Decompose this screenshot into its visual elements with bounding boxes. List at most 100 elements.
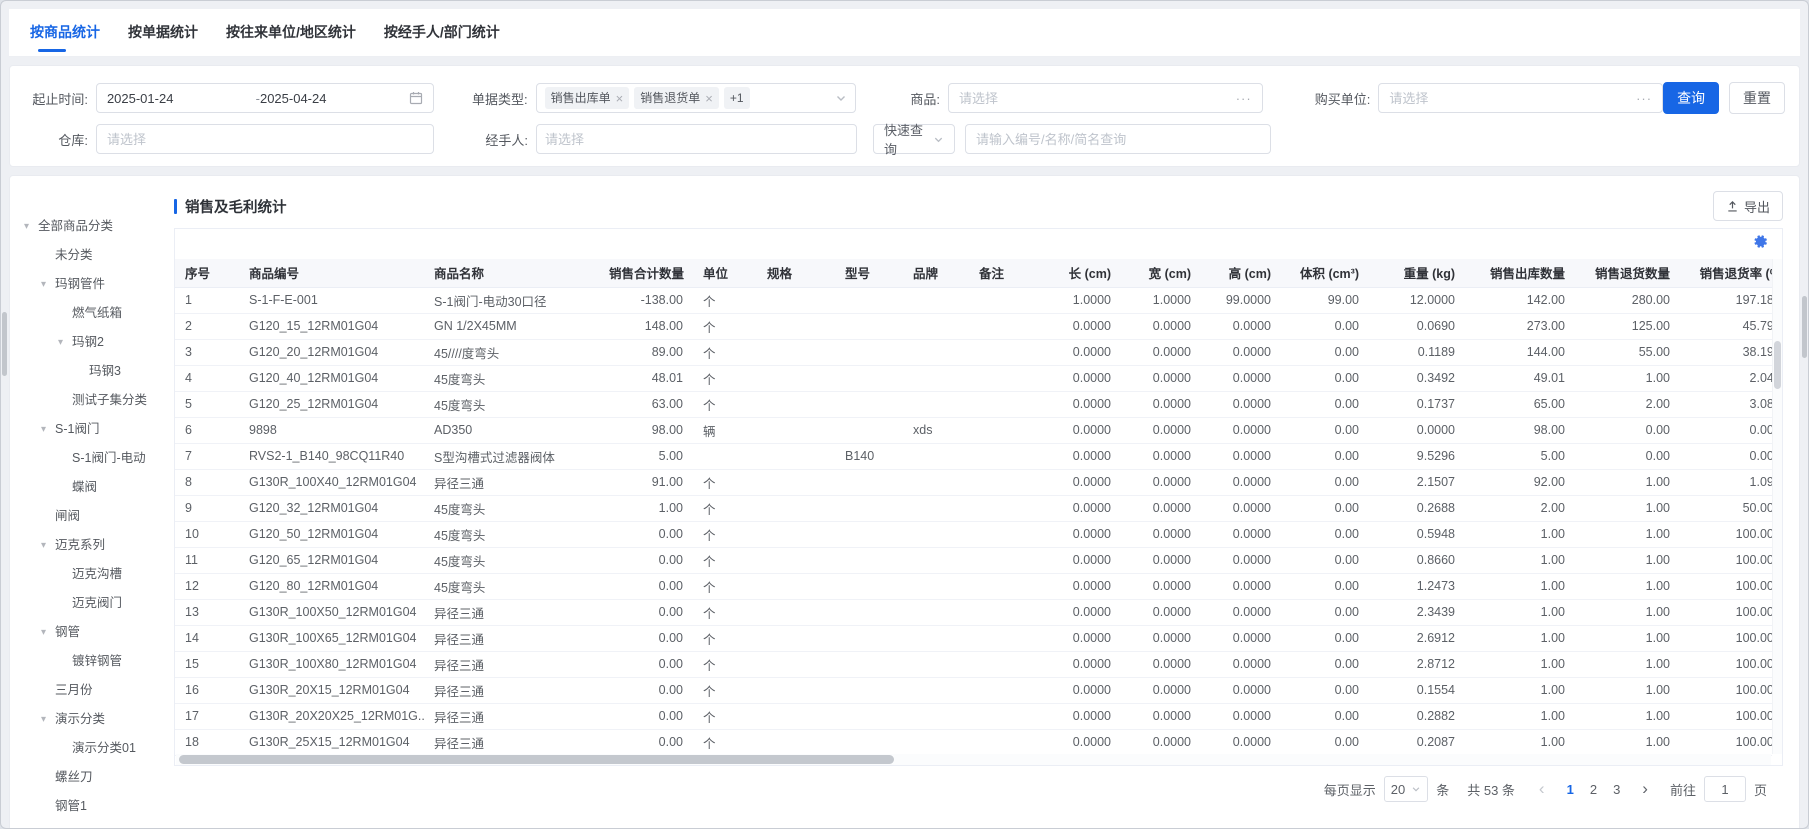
tree-item[interactable]: 燃气纸箱: [24, 299, 162, 328]
ellipsis-icon[interactable]: ···: [1636, 91, 1652, 106]
tree-item[interactable]: 蝶阀: [24, 473, 162, 502]
chevron-down-icon[interactable]: [835, 92, 847, 104]
next-page-icon[interactable]: ›: [1636, 779, 1654, 799]
date-end-input[interactable]: [259, 90, 409, 106]
column-settings-gear-icon[interactable]: [1753, 234, 1768, 254]
date-range-input[interactable]: -: [95, 83, 434, 113]
table-cell: 异径三通: [424, 651, 599, 678]
table-row[interactable]: 4 G120_40_12RM01G04 45度弯头 48.01 个 0.0000 0.000…: [175, 365, 1772, 392]
tree-item[interactable]: 测试子集分类: [24, 386, 162, 415]
handler-select[interactable]: [536, 124, 857, 154]
table-row[interactable]: 17 G130R_20X20X25_12RM01G... 异径三通 0.00 个 0.00…: [175, 703, 1772, 730]
buyer-select[interactable]: ···: [1378, 83, 1664, 113]
doc-type-overflow-tag[interactable]: +1: [723, 87, 750, 109]
table-row[interactable]: 9 G120_32_12RM01G04 45度弯头 1.00 个 0.0000 0.0000…: [175, 495, 1772, 522]
table-vertical-scrollbar[interactable]: [1772, 259, 1782, 754]
query-button[interactable]: 查询: [1663, 82, 1720, 114]
table-cell: 0.0000: [1121, 599, 1201, 626]
tree-item[interactable]: 玛钢3: [24, 357, 162, 386]
tree-item[interactable]: 螺丝刀: [24, 763, 162, 792]
tree-item[interactable]: 三月份: [24, 676, 162, 705]
table-row[interactable]: 3 G120_20_12RM01G04 45////度弯头 89.00 个 0.0000 0…: [175, 339, 1772, 366]
table-cell: 1.00: [1575, 729, 1680, 756]
left-edge-scroll-thumb[interactable]: [2, 312, 7, 376]
warehouse-input[interactable]: [107, 131, 423, 147]
export-button[interactable]: 导出: [1712, 191, 1783, 221]
right-edge-scroll-thumb[interactable]: [1802, 296, 1807, 358]
tree-item[interactable]: 闸阀: [24, 502, 162, 531]
table-cell: 0.0000: [1041, 703, 1121, 730]
tree-item[interactable]: ▾ 全部商品分类: [24, 212, 162, 241]
table-row[interactable]: 12 G120_80_12RM01G04 45度弯头 0.00 个 0.0000 0.000…: [175, 573, 1772, 600]
tree-item[interactable]: 未分类: [24, 241, 162, 270]
tree-item[interactable]: ▾ S-1阀门: [24, 415, 162, 444]
tag-label: 销售出库单: [550, 91, 611, 105]
table-row[interactable]: 13 G130R_100X50_12RM01G04 异径三通 0.00 个 0.0000 0…: [175, 599, 1772, 626]
table-row[interactable]: 14 G130R_100X65_12RM01G04 异径三通 0.00 个 0.0000 0…: [175, 625, 1772, 652]
doc-type-tag[interactable]: 销售退货单 ×: [634, 87, 719, 109]
table-cell: [903, 365, 969, 392]
tab-4[interactable]: 按经手人/部门统计: [384, 9, 500, 57]
tag-close-icon[interactable]: ×: [705, 92, 713, 105]
tree-item[interactable]: ▾ 演示分类: [24, 705, 162, 734]
per-page-select[interactable]: 20: [1383, 776, 1429, 802]
table-row[interactable]: 11 G120_65_12RM01G04 45度弯头 0.00 个 0.0000 0.000…: [175, 547, 1772, 574]
tree-item[interactable]: S-1阀门-电动: [24, 444, 162, 473]
table-row[interactable]: 1 S-1-F-E-001 S-1阀门-电动30口径 -138.00 个 1.0000 1.…: [175, 287, 1772, 314]
table-horizontal-scrollbar[interactable]: [176, 754, 1771, 765]
ellipsis-icon[interactable]: ···: [1236, 91, 1252, 106]
goto-page-input[interactable]: [1712, 781, 1737, 797]
table-cell: 2.00: [1575, 391, 1680, 418]
table-row[interactable]: 16 G130R_20X15_12RM01G04 异径三通 0.00 个 0.0000 0.…: [175, 677, 1772, 704]
table-row[interactable]: 7 RVS2-1_B140_98CQ11R40 S型沟槽式过滤器阀体 5.00 B140…: [175, 443, 1772, 470]
tree-item[interactable]: ▾ 迈克系列: [24, 531, 162, 560]
tab-1[interactable]: 按商品统计: [30, 9, 100, 57]
table-row[interactable]: 15 G130R_100X80_12RM01G04 异径三通 0.00 个 0.0000 0…: [175, 651, 1772, 678]
prev-page-icon[interactable]: ‹: [1533, 779, 1551, 799]
table-cell: 0.0000: [1121, 573, 1201, 600]
reset-button[interactable]: 重置: [1729, 82, 1785, 114]
horizontal-scroll-thumb[interactable]: [179, 755, 894, 764]
table-cell: 0.00%: [1680, 417, 1772, 444]
page-number-1[interactable]: 1: [1559, 782, 1582, 797]
table-cell: 45////度弯头: [424, 339, 599, 366]
tree-item[interactable]: ▾ 玛钢2: [24, 328, 162, 357]
handler-input[interactable]: [545, 131, 848, 147]
table-cell: 个: [693, 339, 757, 366]
doc-type-tag[interactable]: 销售出库单 ×: [544, 87, 630, 109]
table-cell: [757, 469, 835, 496]
warehouse-select[interactable]: [96, 124, 434, 154]
tag-close-icon[interactable]: ×: [616, 92, 624, 105]
product-select[interactable]: ···: [947, 83, 1263, 113]
quick-query-select[interactable]: 快速查询: [873, 123, 955, 157]
doc-type-label: 单据类型:: [471, 91, 528, 107]
tab-2[interactable]: 按单据统计: [128, 9, 198, 57]
keyword-search-input[interactable]: [965, 124, 1271, 154]
tree-item[interactable]: 迈克沟槽: [24, 560, 162, 589]
table-row[interactable]: 8 G130R_100X40_12RM01G04 异径三通 91.00 个 0.0000 0…: [175, 469, 1772, 496]
table-row[interactable]: 18 G130R_25X15_12RM01G04 异径三通 0.00 个 0.0000 0.…: [175, 729, 1772, 756]
table-row[interactable]: 5 G120_25_12RM01G04 45度弯头 63.00 个 0.0000 0.000…: [175, 391, 1772, 418]
table-row[interactable]: 10 G120_50_12RM01G04 45度弯头 0.00 个 0.0000 0.000…: [175, 521, 1772, 548]
page-number-3[interactable]: 3: [1605, 782, 1628, 797]
table-cell: 0.00: [1281, 547, 1369, 574]
vertical-scroll-thumb[interactable]: [1774, 341, 1781, 389]
tree-item-label: 玛钢管件: [55, 277, 106, 291]
tree-item[interactable]: ▾ 玛钢管件: [24, 270, 162, 299]
keyword-input[interactable]: [976, 131, 1260, 147]
doc-type-select[interactable]: 销售出库单 × 销售退货单 × +1: [535, 83, 857, 113]
tree-item[interactable]: 演示分类01: [24, 734, 162, 763]
tab-3[interactable]: 按往来单位/地区统计: [226, 9, 356, 57]
tree-item[interactable]: 钢管1: [24, 792, 162, 821]
buyer-input[interactable]: [1389, 90, 1637, 106]
tree-item[interactable]: 镀锌钢管: [24, 647, 162, 676]
tree-item[interactable]: ▾ 钢管: [24, 618, 162, 647]
page-number-2[interactable]: 2: [1582, 782, 1605, 797]
table-row[interactable]: 2 G120_15_12RM01G04 GN 1/2X45MM 148.00 个 0.00…: [175, 313, 1772, 340]
tree-item-label: 迈克系列: [55, 538, 106, 552]
date-start-input[interactable]: [106, 90, 256, 106]
tree-item[interactable]: 迈克阀门: [24, 589, 162, 618]
tree-item-label: 未分类: [55, 248, 93, 262]
table-row[interactable]: 6 9898 AD350 98.00 辆 xds 0.0000 0.0000 0.0000 0.0…: [175, 417, 1772, 444]
product-input[interactable]: [958, 90, 1236, 106]
